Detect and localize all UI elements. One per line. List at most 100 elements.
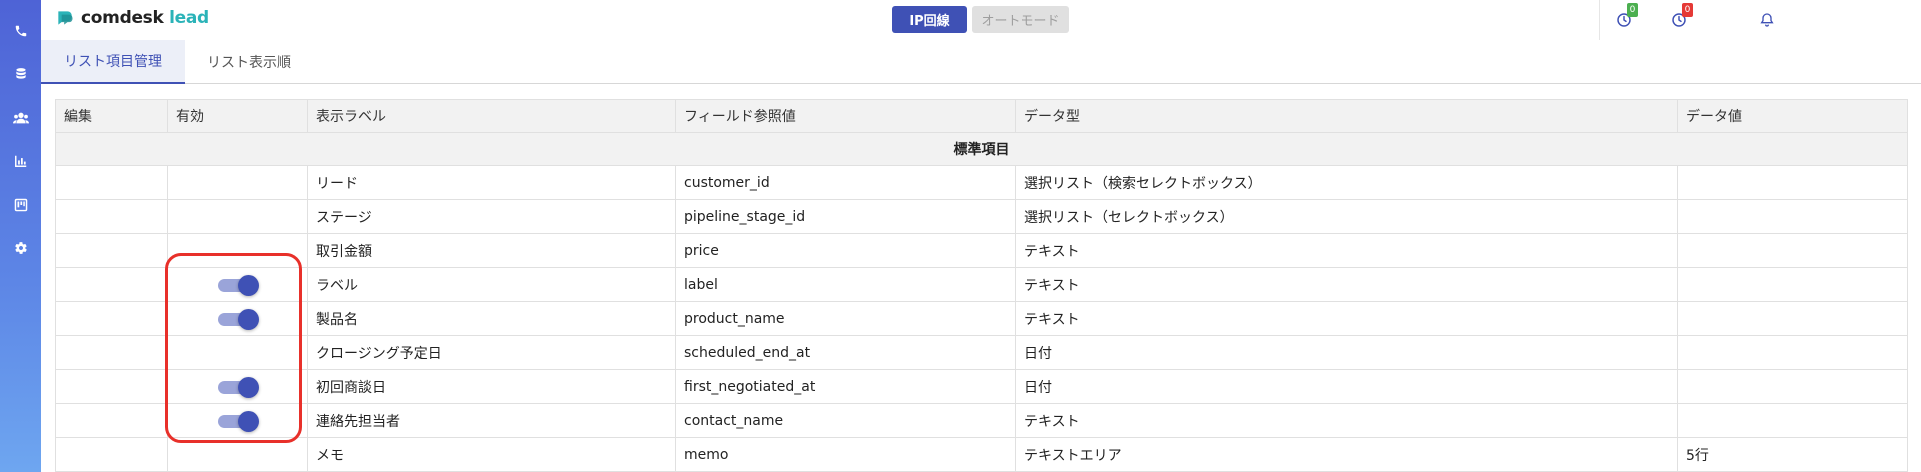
- data-value-cell: [1677, 267, 1908, 302]
- bell-icon[interactable]: [1759, 10, 1779, 30]
- phone-icon[interactable]: [13, 23, 29, 39]
- section-header-row: 標準項目: [55, 132, 1908, 166]
- table-row[interactable]: クロージング予定日 scheduled_end_at 日付: [55, 335, 1908, 370]
- field-ref-cell: scheduled_end_at: [675, 335, 1016, 370]
- enabled-cell: [167, 165, 308, 200]
- display-label-cell: 初回商談日: [307, 369, 676, 404]
- clock-notification-1[interactable]: 0: [1616, 3, 1638, 30]
- database-icon[interactable]: [13, 66, 29, 82]
- data-value-cell: [1677, 403, 1908, 438]
- display-label-cell: メモ: [307, 437, 676, 472]
- data-type-cell: テキストエリア: [1015, 437, 1678, 472]
- tab-list-item-management[interactable]: リスト項目管理: [41, 40, 185, 84]
- field-ref-cell: pipeline_stage_id: [675, 199, 1016, 234]
- list-items-table: 編集 有効 表示ラベル フィールド参照値 データ型 データ値 標準項目 リード c…: [55, 99, 1908, 472]
- badge-count-1: 0: [1627, 3, 1638, 17]
- field-ref-cell: first_negotiated_at: [675, 369, 1016, 404]
- enabled-cell: [167, 437, 308, 472]
- enabled-toggle[interactable]: [218, 410, 260, 432]
- column-header-display-label: 表示ラベル: [307, 99, 676, 133]
- data-type-cell: 選択リスト（検索セレクトボックス）: [1015, 165, 1678, 200]
- edit-cell[interactable]: [55, 437, 168, 472]
- section-title: 標準項目: [55, 132, 1908, 166]
- table-row[interactable]: リード customer_id 選択リスト（検索セレクトボックス）: [55, 165, 1908, 200]
- logo-mark-icon: [58, 11, 73, 25]
- edit-cell[interactable]: [55, 233, 168, 268]
- toggle-knob: [238, 308, 259, 330]
- display-label-cell: リード: [307, 165, 676, 200]
- field-ref-cell: label: [675, 267, 1016, 302]
- kanban-icon[interactable]: [13, 197, 29, 213]
- tab-bar: リスト項目管理 リスト表示順: [41, 40, 1921, 84]
- tab-list-display-order[interactable]: リスト表示順: [185, 40, 313, 84]
- column-header-edit: 編集: [55, 99, 168, 133]
- edit-cell[interactable]: [55, 199, 168, 234]
- toggle-knob: [238, 376, 259, 398]
- toggle-knob: [238, 274, 259, 296]
- sidebar: [0, 0, 41, 472]
- edit-cell[interactable]: [55, 369, 168, 404]
- column-header-field-ref: フィールド参照値: [675, 99, 1016, 133]
- logo-text: comdesk lead: [81, 8, 209, 28]
- enabled-toggle[interactable]: [218, 274, 260, 296]
- table-row[interactable]: ステージ pipeline_stage_id 選択リスト（セレクトボックス）: [55, 199, 1908, 234]
- data-value-cell: [1677, 335, 1908, 370]
- clock-notification-2[interactable]: 0: [1671, 3, 1693, 30]
- enabled-cell: [167, 335, 308, 370]
- edit-cell[interactable]: [55, 301, 168, 336]
- enabled-cell: [167, 199, 308, 234]
- edit-cell[interactable]: [55, 403, 168, 438]
- toggle-knob: [238, 410, 259, 432]
- data-type-cell: テキスト: [1015, 233, 1678, 268]
- field-ref-cell: customer_id: [675, 165, 1016, 200]
- enabled-toggle[interactable]: [218, 308, 260, 330]
- app-logo[interactable]: comdesk lead: [55, 8, 209, 28]
- data-value-cell: [1677, 301, 1908, 336]
- data-type-cell: テキスト: [1015, 403, 1678, 438]
- column-header-data-type: データ型: [1015, 99, 1678, 133]
- enabled-cell: [167, 267, 308, 302]
- users-icon[interactable]: [13, 110, 29, 126]
- bar-chart-icon[interactable]: [13, 153, 29, 169]
- data-type-cell: テキスト: [1015, 301, 1678, 336]
- table-row[interactable]: 取引金額 price テキスト: [55, 233, 1908, 268]
- display-label-cell: 連絡先担当者: [307, 403, 676, 438]
- ip-line-button[interactable]: IP回線: [892, 6, 967, 33]
- field-ref-cell: contact_name: [675, 403, 1016, 438]
- data-type-cell: 日付: [1015, 369, 1678, 404]
- top-header: comdesk lead IP回線 オートモード 0 0: [41, 0, 1921, 40]
- table-row[interactable]: 連絡先担当者 contact_name テキスト: [55, 403, 1908, 438]
- display-label-cell: 製品名: [307, 301, 676, 336]
- field-ref-cell: product_name: [675, 301, 1016, 336]
- column-header-enabled: 有効: [167, 99, 308, 133]
- data-value-cell: [1677, 233, 1908, 268]
- gear-icon[interactable]: [13, 240, 29, 256]
- display-label-cell: ステージ: [307, 199, 676, 234]
- table-row[interactable]: メモ memo テキストエリア 5行: [55, 437, 1908, 472]
- table-header-row: 編集 有効 表示ラベル フィールド参照値 データ型 データ値: [55, 99, 1908, 133]
- display-label-cell: 取引金額: [307, 233, 676, 268]
- table-row[interactable]: 初回商談日 first_negotiated_at 日付: [55, 369, 1908, 404]
- data-type-cell: 選択リスト（セレクトボックス）: [1015, 199, 1678, 234]
- column-header-data-value: データ値: [1677, 99, 1908, 133]
- enabled-cell: [167, 369, 308, 404]
- edit-cell[interactable]: [55, 267, 168, 302]
- display-label-cell: ラベル: [307, 267, 676, 302]
- edit-cell[interactable]: [55, 165, 168, 200]
- enabled-cell: [167, 403, 308, 438]
- auto-mode-button[interactable]: オートモード: [972, 6, 1069, 33]
- enabled-cell: [167, 233, 308, 268]
- data-type-cell: 日付: [1015, 335, 1678, 370]
- header-divider: [1599, 0, 1600, 40]
- enabled-toggle[interactable]: [218, 376, 260, 398]
- field-ref-cell: price: [675, 233, 1016, 268]
- enabled-cell: [167, 301, 308, 336]
- table-row[interactable]: 製品名 product_name テキスト: [55, 301, 1908, 336]
- data-value-cell: 5行: [1677, 437, 1908, 472]
- table-row[interactable]: ラベル label テキスト: [55, 267, 1908, 302]
- data-value-cell: [1677, 199, 1908, 234]
- edit-cell[interactable]: [55, 335, 168, 370]
- data-type-cell: テキスト: [1015, 267, 1678, 302]
- data-value-cell: [1677, 165, 1908, 200]
- display-label-cell: クロージング予定日: [307, 335, 676, 370]
